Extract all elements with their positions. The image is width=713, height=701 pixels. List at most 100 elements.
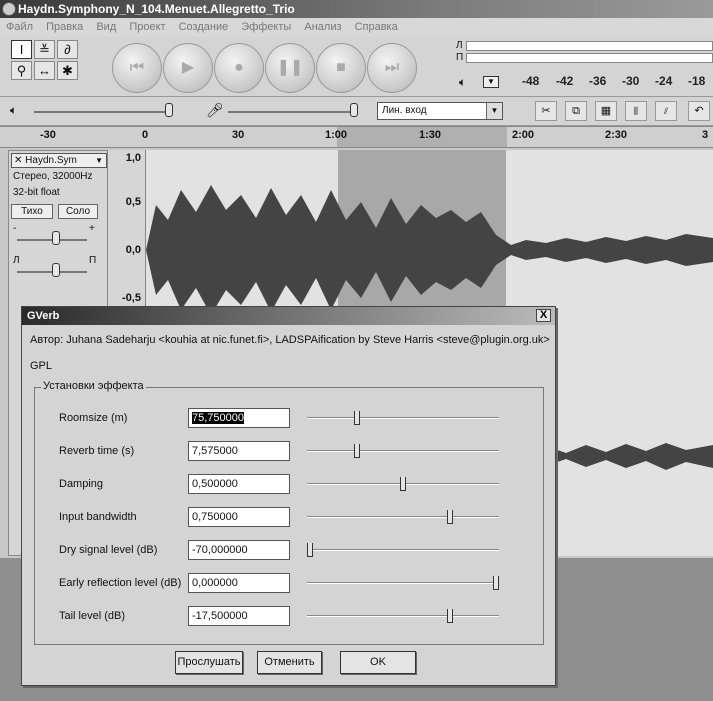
solo-button[interactable]: Соло xyxy=(58,204,98,219)
stop-button[interactable]: ■ xyxy=(316,43,366,93)
playback-volume-slider[interactable] xyxy=(34,111,172,113)
timeshift-tool-icon[interactable]: ↔ xyxy=(34,61,55,80)
param-slider-thumb[interactable] xyxy=(307,543,313,557)
meter-bar-right xyxy=(466,53,713,63)
param-slider-thumb[interactable] xyxy=(493,576,499,590)
window-title: Haydn.Symphony_N_104.Menuet.Allegretto_T… xyxy=(18,2,295,16)
param-value-field[interactable]: -70,000000 xyxy=(188,540,290,560)
playback-volume-icon: 🔈︎ xyxy=(10,103,18,117)
cancel-button[interactable]: Отменить xyxy=(257,651,322,674)
param-slider-thumb[interactable] xyxy=(400,477,406,491)
param-label: Early reflection level (dB) xyxy=(59,577,182,589)
record-button[interactable]: ● xyxy=(214,43,264,93)
close-icon[interactable]: X xyxy=(536,309,551,322)
param-label: Dry signal level (dB) xyxy=(59,544,158,556)
menu-file[interactable]: Файл xyxy=(6,21,33,33)
copy-icon[interactable]: ⧉ xyxy=(565,101,587,121)
paste-icon[interactable]: ▦ xyxy=(595,101,617,121)
gain-slider-thumb[interactable] xyxy=(52,231,60,245)
meter-bar-left xyxy=(466,41,713,51)
track-name-menu[interactable]: ✕ Haydn.Sym ▼ xyxy=(11,153,107,168)
ok-button[interactable]: OK xyxy=(340,651,416,674)
param-slider[interactable] xyxy=(307,582,499,584)
group-title: Установки эффекта xyxy=(41,380,146,392)
waveform-top xyxy=(146,185,713,315)
param-slider[interactable] xyxy=(307,417,499,419)
param-label: Roomsize (m) xyxy=(59,412,128,424)
dialog-title: GVerb xyxy=(27,310,60,322)
param-value: 75,750000 xyxy=(192,412,244,424)
menu-help[interactable]: Справка xyxy=(355,21,398,33)
envelope-tool-icon[interactable]: ≚ xyxy=(34,40,55,59)
track-close-icon[interactable]: ✕ xyxy=(14,155,22,166)
param-value-field[interactable]: 7,575000 xyxy=(188,441,290,461)
menu-project[interactable]: Проект xyxy=(129,21,165,33)
menu-bar: Файл Правка Вид Проект Создание Эффекты … xyxy=(0,18,713,37)
plugin-license: GPL xyxy=(30,360,53,372)
cut-icon[interactable]: ✂︎ xyxy=(535,101,557,121)
ruler-tick: 3 xyxy=(702,129,709,141)
playback-volume-thumb[interactable] xyxy=(165,103,173,117)
multi-tool-icon[interactable]: ✱ xyxy=(57,61,78,80)
param-value-field[interactable]: 0,500000 xyxy=(188,474,290,494)
scale-label: 1,0 xyxy=(125,152,141,164)
param-value-field[interactable]: 0,000000 xyxy=(188,573,290,593)
param-slider[interactable] xyxy=(307,516,499,518)
skip-start-button[interactable]: ⏮ xyxy=(112,43,162,93)
param-value: -70,000000 xyxy=(192,544,248,556)
draw-tool-icon[interactable]: ∂ xyxy=(57,40,78,59)
gverb-dialog: GVerb X Автор: Juhana Sadeharju <kouhia … xyxy=(21,306,556,686)
silence-icon[interactable]: ⫽ xyxy=(655,101,677,121)
microphone-icon: 🎤︎ xyxy=(206,102,224,118)
param-slider[interactable] xyxy=(307,450,499,452)
record-volume-slider[interactable] xyxy=(228,111,356,113)
mixer-toolbar: 🔈︎ 🎤︎ Лин. вход ▼ ✂︎ ⧉ ▦ ⫼ ⫽ ↶ xyxy=(0,97,713,126)
record-volume-thumb[interactable] xyxy=(350,103,358,117)
gain-minus-label: - xyxy=(13,223,17,234)
track-name: Haydn.Sym xyxy=(25,155,77,166)
pan-right-label: П xyxy=(89,255,97,266)
param-slider[interactable] xyxy=(307,549,499,551)
track-rate-info: Стерео, 32000Hz xyxy=(13,171,93,182)
selection-tool-icon[interactable]: I xyxy=(11,40,32,59)
param-slider[interactable] xyxy=(307,615,499,617)
param-value: 0,000000 xyxy=(192,577,238,589)
preview-button[interactable]: Прослушать xyxy=(175,651,243,674)
menu-edit[interactable]: Правка xyxy=(46,21,83,33)
skip-end-button[interactable]: ⏭ xyxy=(367,43,417,93)
meter-dropdown-icon[interactable]: ▼ xyxy=(483,76,499,88)
param-slider-thumb[interactable] xyxy=(446,609,453,623)
ruler-tick: 2:00 xyxy=(512,129,535,141)
menu-effects[interactable]: Эффекты xyxy=(241,21,291,33)
title-bar: Haydn.Symphony_N_104.Menuet.Allegretto_T… xyxy=(0,0,713,18)
gain-plus-label: + xyxy=(89,223,95,234)
param-value-field[interactable]: 0,750000 xyxy=(188,507,290,527)
ruler-tick: 0 xyxy=(142,129,149,141)
param-slider-thumb[interactable] xyxy=(446,510,453,524)
trim-icon[interactable]: ⫼ xyxy=(625,101,647,121)
audacity-window: Haydn.Symphony_N_104.Menuet.Allegretto_T… xyxy=(0,0,713,701)
timeline-ruler[interactable]: -30 0 30 1:00 1:30 2:00 2:30 3 xyxy=(0,126,713,148)
effect-settings-group: Установки эффекта Roomsize (m) 75,750000 R… xyxy=(34,380,544,645)
zoom-tool-icon[interactable]: ⚲ xyxy=(11,61,32,80)
meter-tick: -48 xyxy=(522,74,540,88)
menu-view[interactable]: Вид xyxy=(96,21,116,33)
menu-analyze[interactable]: Анализ xyxy=(304,21,341,33)
input-source-select[interactable]: Лин. вход ▼ xyxy=(377,102,503,120)
ruler-tick: 1:00 xyxy=(325,129,348,141)
param-value-field[interactable]: 75,750000 xyxy=(188,408,290,428)
pan-slider-thumb[interactable] xyxy=(52,263,60,277)
param-value: 0,500000 xyxy=(192,478,238,490)
pause-button[interactable]: ❚❚ xyxy=(265,43,315,93)
menu-generate[interactable]: Создание xyxy=(179,21,229,33)
param-slider-thumb[interactable] xyxy=(353,444,360,458)
ruler-tick: 2:30 xyxy=(605,129,628,141)
undo-icon[interactable]: ↶ xyxy=(688,101,710,121)
mute-button[interactable]: Тихо xyxy=(11,204,53,219)
param-value-field[interactable]: -17,500000 xyxy=(188,606,290,626)
param-slider-thumb[interactable] xyxy=(353,411,360,425)
meter-tick: -30 xyxy=(622,74,640,88)
param-label: Tail level (dB) xyxy=(59,610,126,622)
dialog-title-bar: GVerb xyxy=(22,307,555,325)
play-button[interactable]: ▶ xyxy=(163,43,213,93)
